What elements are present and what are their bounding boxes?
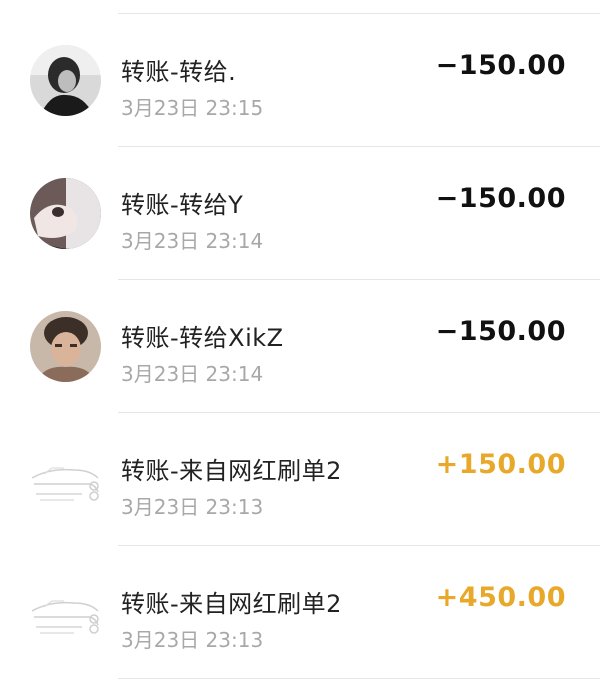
transaction-time: 3月23日 23:15 xyxy=(121,96,264,120)
transaction-amount: −150.00 xyxy=(435,316,566,347)
transaction-item[interactable]: 转账-转给. 3月23日 23:15 −150.00 xyxy=(0,14,600,147)
sketch-car-image-icon xyxy=(30,577,101,648)
user-photo-boy-icon xyxy=(30,311,101,382)
avatar xyxy=(30,577,101,648)
transaction-title: 转账-转给. xyxy=(121,58,237,86)
transaction-title: 转账-转给Y xyxy=(121,191,244,219)
transaction-item[interactable]: 转账-来自网红刷单2 3月23日 23:13 +450.00 xyxy=(0,546,600,679)
avatar xyxy=(30,178,101,249)
avatar xyxy=(30,311,101,382)
transaction-item[interactable]: 转账-转给XikZ 3月23日 23:14 −150.00 xyxy=(0,280,600,413)
transaction-list-screen: 转账-转给. 3月23日 23:15 −150.00 转账-转给Y 3月23日 … xyxy=(0,0,600,685)
transaction-amount: −150.00 xyxy=(435,50,566,81)
transaction-amount: +450.00 xyxy=(435,582,566,613)
avatar xyxy=(30,45,101,116)
transaction-amount: −150.00 xyxy=(435,183,566,214)
transaction-title: 转账-来自网红刷单2 xyxy=(121,590,342,618)
user-photo-hand-icon xyxy=(30,178,101,249)
transaction-time: 3月23日 23:14 xyxy=(121,229,264,253)
transaction-time: 3月23日 23:13 xyxy=(121,495,264,519)
row-divider xyxy=(118,678,600,679)
transaction-item[interactable]: 转账-转给Y 3月23日 23:14 −150.00 xyxy=(0,147,600,280)
user-photo-bw-girl-icon xyxy=(30,45,101,116)
sketch-car-image-icon xyxy=(30,444,101,515)
transaction-title: 转账-来自网红刷单2 xyxy=(121,457,342,485)
transaction-time: 3月23日 23:13 xyxy=(121,628,264,652)
transaction-list: 转账-转给. 3月23日 23:15 −150.00 转账-转给Y 3月23日 … xyxy=(0,14,600,679)
avatar xyxy=(30,444,101,515)
transaction-amount: +150.00 xyxy=(435,449,566,480)
transaction-title: 转账-转给XikZ xyxy=(121,324,284,352)
transaction-item[interactable]: 转账-来自网红刷单2 3月23日 23:13 +150.00 xyxy=(0,413,600,546)
transaction-time: 3月23日 23:14 xyxy=(121,362,264,386)
